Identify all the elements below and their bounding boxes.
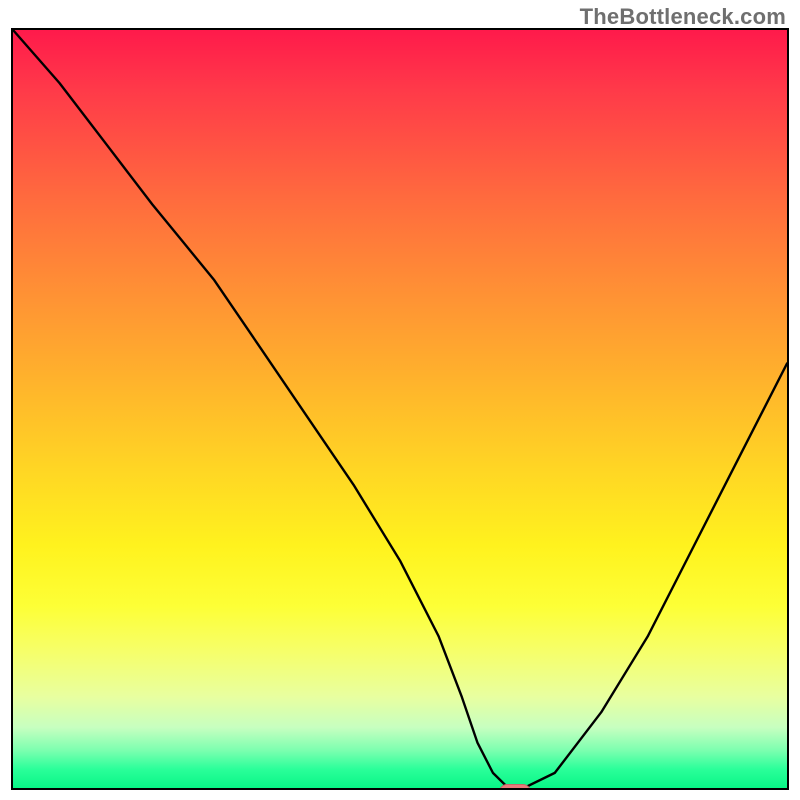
bottleneck-chart: TheBottleneck.com: [0, 0, 800, 800]
bottleneck-curve-line: [13, 30, 787, 788]
plot-area: [11, 28, 789, 790]
watermark-text: TheBottleneck.com: [580, 4, 786, 30]
optimum-marker: [499, 784, 531, 790]
curve-layer: [13, 30, 787, 788]
